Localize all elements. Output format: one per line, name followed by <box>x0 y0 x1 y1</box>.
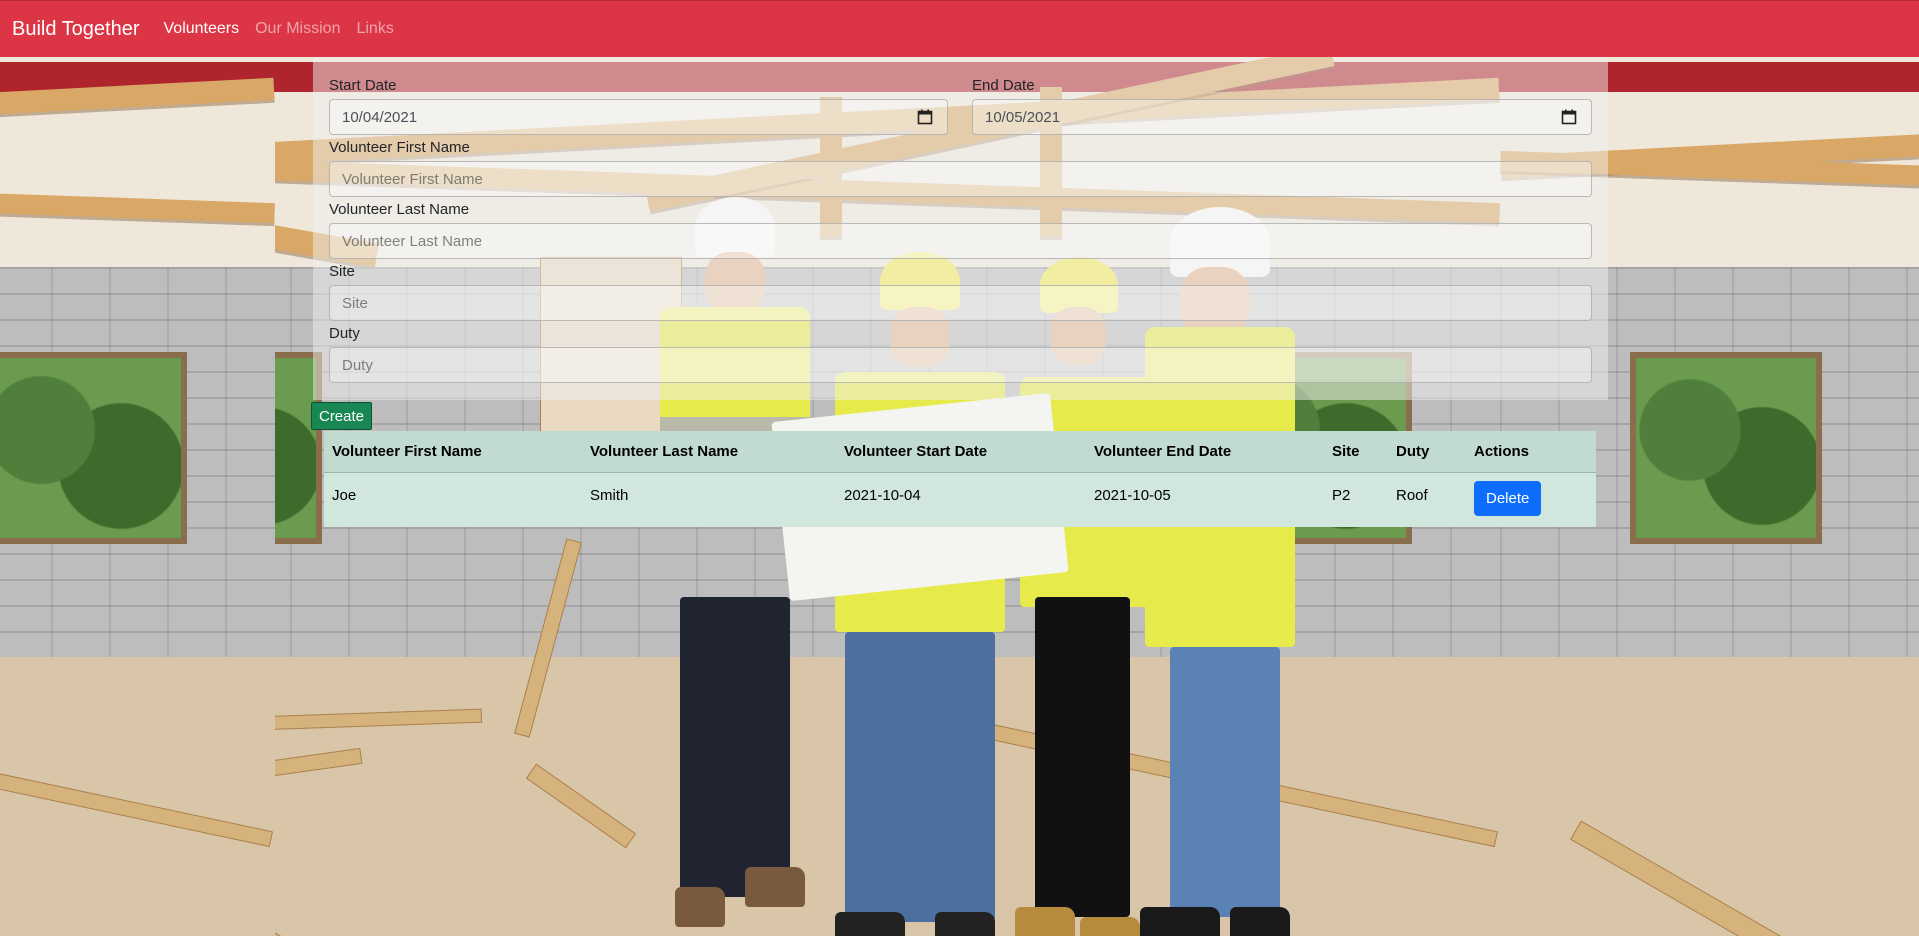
first-name-label: Volunteer First Name <box>329 139 470 156</box>
first-name-placeholder: Volunteer First Name <box>342 170 483 188</box>
volunteers-table: Volunteer First Name Volunteer Last Name… <box>324 431 1596 527</box>
calendar-icon[interactable] <box>917 109 933 125</box>
nav-link-links[interactable]: Links <box>356 20 393 38</box>
site-label: Site <box>329 263 355 280</box>
first-name-input[interactable]: Volunteer First Name <box>329 161 1592 197</box>
start-date-input[interactable]: 10/04/2021 <box>329 99 948 135</box>
column-header-last-name: Volunteer Last Name <box>582 431 836 473</box>
nav-link-volunteers[interactable]: Volunteers <box>164 20 240 38</box>
end-date-label: End Date <box>972 77 1035 94</box>
brand-logo[interactable]: Build Together <box>12 18 140 41</box>
table-header-row: Volunteer First Name Volunteer Last Name… <box>324 431 1596 473</box>
construction-site-scene-left <box>0 57 275 936</box>
create-button[interactable]: Create <box>311 402 372 430</box>
cell-first-name: Joe <box>324 472 582 527</box>
last-name-input[interactable]: Volunteer Last Name <box>329 223 1592 259</box>
calendar-icon[interactable] <box>1561 109 1577 125</box>
duty-input[interactable]: Duty <box>329 347 1592 383</box>
duty-label: Duty <box>329 325 360 342</box>
start-date-value: 10/04/2021 <box>342 108 418 126</box>
cell-actions: Delete <box>1466 472 1596 527</box>
cell-site: P2 <box>1324 472 1388 527</box>
top-navbar: Build Together Volunteers Our Mission Li… <box>0 0 1919 57</box>
cell-end-date: 2021-10-05 <box>1086 472 1324 527</box>
column-header-start-date: Volunteer Start Date <box>836 431 1086 473</box>
site-input[interactable]: Site <box>329 285 1592 321</box>
end-date-value: 10/05/2021 <box>985 108 1061 126</box>
cell-start-date: 2021-10-04 <box>836 472 1086 527</box>
table-row: Joe Smith 2021-10-04 2021-10-05 P2 Roof … <box>324 472 1596 527</box>
last-name-label: Volunteer Last Name <box>329 201 470 218</box>
duty-placeholder: Duty <box>342 356 373 374</box>
column-header-first-name: Volunteer First Name <box>324 431 582 473</box>
last-name-placeholder: Volunteer Last Name <box>342 232 483 250</box>
cell-last-name: Smith <box>582 472 836 527</box>
column-header-site: Site <box>1324 431 1388 473</box>
start-date-label: Start Date <box>329 77 397 94</box>
column-header-actions: Actions <box>1466 431 1596 473</box>
nav-link-our-mission[interactable]: Our Mission <box>255 20 340 38</box>
column-header-end-date: Volunteer End Date <box>1086 431 1324 473</box>
site-placeholder: Site <box>342 294 368 312</box>
delete-button[interactable]: Delete <box>1474 481 1542 516</box>
end-date-input[interactable]: 10/05/2021 <box>972 99 1592 135</box>
cell-duty: Roof <box>1388 472 1466 527</box>
column-header-duty: Duty <box>1388 431 1466 473</box>
